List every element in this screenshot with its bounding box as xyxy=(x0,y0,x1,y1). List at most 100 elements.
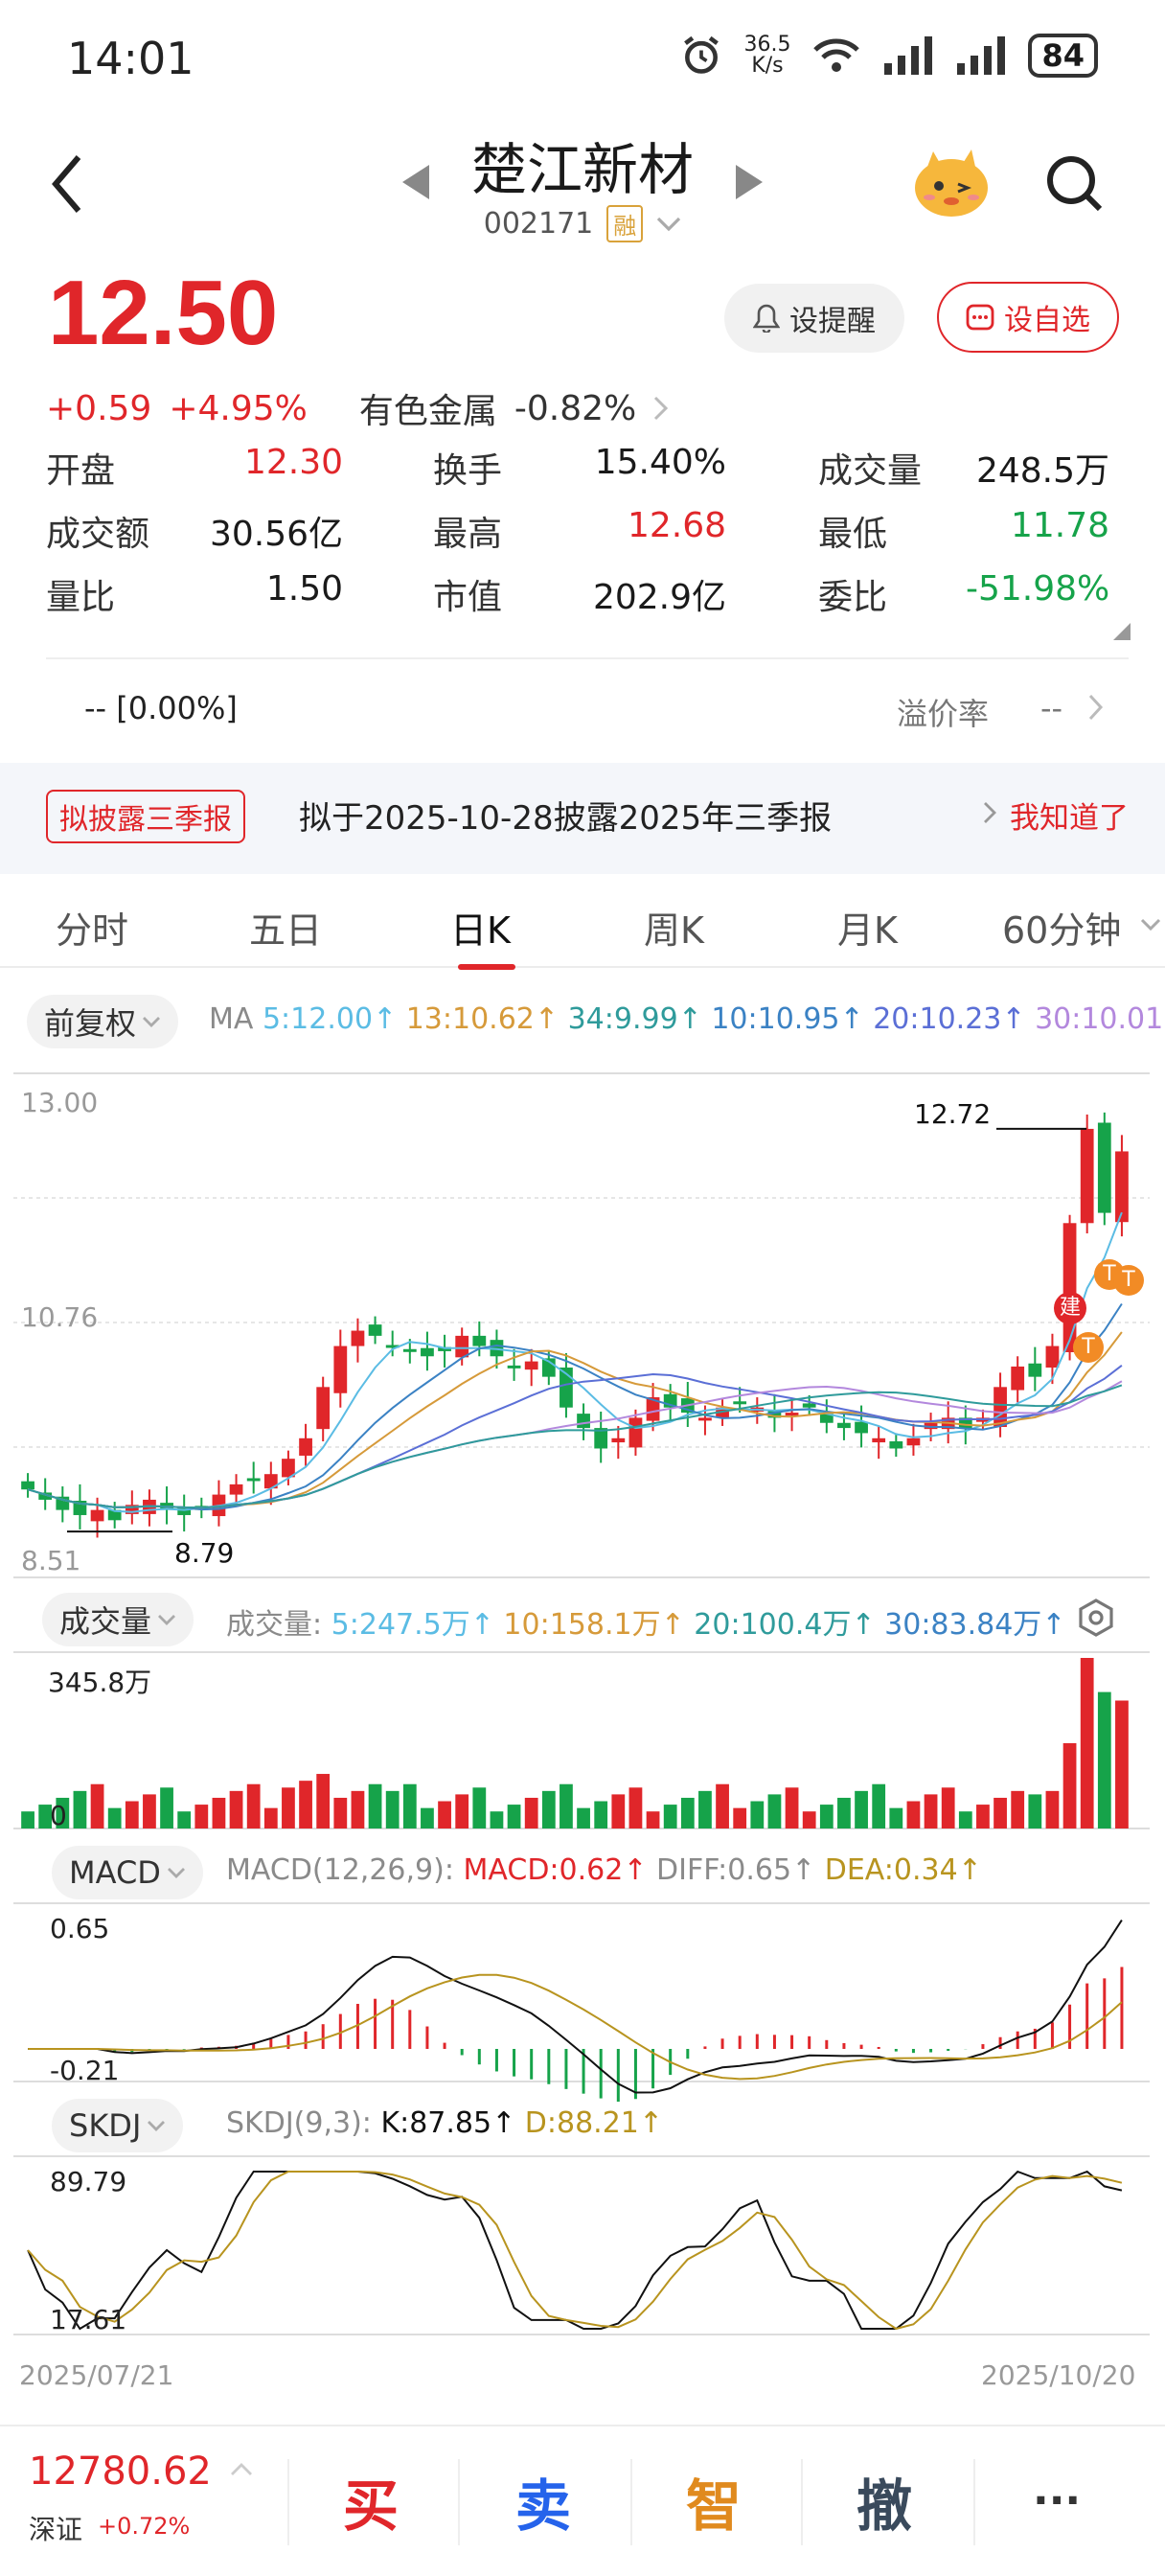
candle-body xyxy=(282,1459,295,1478)
tab-monthly-k[interactable]: 月K xyxy=(837,901,898,954)
volume-bar xyxy=(837,1797,851,1828)
ma13-value: 13:10.62↑ xyxy=(405,1002,560,1036)
candle-body xyxy=(941,1417,955,1430)
candle-body xyxy=(125,1505,139,1514)
volume-bar xyxy=(1115,1700,1129,1828)
volume-bar xyxy=(177,1811,192,1828)
macd-params: MACD(12,26,9): xyxy=(226,1853,454,1887)
sector-change[interactable]: -0.82% xyxy=(514,389,636,428)
chevron-right-icon[interactable] xyxy=(653,396,669,421)
tab-intraday[interactable]: 分时 xyxy=(56,901,128,954)
candle-body xyxy=(299,1438,312,1456)
price-change-pct: +4.95% xyxy=(169,388,308,428)
volume-bar xyxy=(663,1805,677,1828)
volume-bar xyxy=(855,1790,868,1828)
volume-bar xyxy=(333,1797,348,1828)
chevron-down-icon xyxy=(158,1615,176,1625)
build-position-marker[interactable]: 建 xyxy=(1054,1292,1086,1324)
volume-bar xyxy=(541,1790,556,1828)
t-marker[interactable]: T xyxy=(1073,1332,1104,1363)
candle-body xyxy=(628,1417,643,1448)
candle-body xyxy=(194,1506,209,1510)
volume-bar xyxy=(698,1790,712,1828)
macd-selector[interactable]: MACD xyxy=(52,1846,203,1899)
volume-bar xyxy=(299,1781,312,1828)
macd-values: MACD(12,26,9): MACD:0.62↑ DIFF:0.65↑ DEA… xyxy=(226,1853,982,1887)
settings-hexagon-icon[interactable] xyxy=(1077,1598,1115,1641)
tab-five-day[interactable]: 五日 xyxy=(249,901,322,954)
more-button[interactable]: ··· xyxy=(1033,2476,1081,2525)
expand-corner-icon[interactable] xyxy=(1113,623,1131,640)
volume-bar xyxy=(263,1807,278,1828)
notice-tag: 拟披露三季报 xyxy=(46,790,245,843)
buy-button[interactable]: 买 xyxy=(343,2461,399,2542)
volume-selector[interactable]: 成交量 xyxy=(42,1593,194,1646)
macd-axis-top: 0.65 xyxy=(50,1913,110,1944)
candle-body xyxy=(680,1398,695,1414)
notice-ack-button[interactable]: 我知道了 xyxy=(1010,794,1129,837)
mascot-icon[interactable] xyxy=(908,144,994,220)
quote-value: 15.40% xyxy=(594,443,726,482)
add-watchlist-button[interactable]: 设自选 xyxy=(937,282,1119,353)
candle-body xyxy=(750,1407,765,1412)
volume-bar xyxy=(785,1787,799,1828)
chevron-right-icon[interactable] xyxy=(1088,694,1104,721)
skdj-selector[interactable]: SKDJ xyxy=(52,2099,184,2152)
set-alert-button[interactable]: 设提醒 xyxy=(724,284,904,353)
adjust-selector[interactable]: 前复权 xyxy=(27,995,179,1048)
tab-daily-k[interactable]: 日K xyxy=(450,901,511,954)
t-marker[interactable]: T xyxy=(1113,1265,1144,1296)
chevron-right-icon xyxy=(984,802,996,823)
premium-value: -- xyxy=(1040,690,1063,726)
last-price: 12.50 xyxy=(48,262,279,364)
watchlist-icon xyxy=(966,304,994,331)
macd-chip-label: MACD xyxy=(69,1854,161,1891)
quote-value: -51.98% xyxy=(966,569,1110,609)
volume-bar xyxy=(1011,1790,1025,1828)
vol10-value: 10:158.1万↑ xyxy=(503,1608,685,1642)
quote-value: 202.9亿 xyxy=(592,578,726,617)
volume-bar xyxy=(1097,1691,1111,1828)
skdj-axis-bottom: 17.61 xyxy=(50,2304,127,2335)
add-watchlist-label: 设自选 xyxy=(1004,304,1090,337)
next-stock-icon[interactable] xyxy=(734,165,763,199)
skdj-params: SKDJ(9,3): xyxy=(226,2106,372,2140)
volume-bar xyxy=(906,1801,921,1828)
candle-body xyxy=(263,1474,278,1489)
index-value[interactable]: 12780.62 xyxy=(29,2450,212,2494)
ma-line xyxy=(27,1384,1123,1509)
search-icon[interactable] xyxy=(1044,153,1106,215)
chevron-down-icon xyxy=(148,2121,166,2131)
set-alert-label: 设提醒 xyxy=(789,305,876,338)
divider xyxy=(458,2459,460,2545)
volume-bar xyxy=(872,1783,886,1828)
sector-name[interactable]: 有色金属 xyxy=(359,383,497,433)
volume-bar xyxy=(282,1787,295,1828)
volume-bar xyxy=(560,1783,573,1828)
candle-body xyxy=(160,1503,173,1510)
quote-value: 1.50 xyxy=(265,569,343,609)
tab-60min[interactable]: 60分钟 xyxy=(1002,901,1121,954)
price-axis-bottom: 8.51 xyxy=(21,1545,81,1576)
volume-bar xyxy=(351,1790,365,1828)
candle-body xyxy=(402,1348,417,1352)
volume-bar xyxy=(889,1807,903,1828)
volume-bar xyxy=(143,1794,156,1828)
cancel-order-button[interactable]: 撤 xyxy=(857,2461,912,2542)
volume-bar xyxy=(212,1797,226,1828)
macd-value: MACD:0.62↑ xyxy=(463,1853,648,1887)
sell-button[interactable]: 卖 xyxy=(515,2461,571,2542)
smart-button[interactable]: 智 xyxy=(686,2461,742,2542)
candle-body xyxy=(177,1506,192,1515)
bottom-bar xyxy=(0,2425,1165,2576)
skdj-d-value: D:88.21↑ xyxy=(524,2106,664,2140)
candle-body xyxy=(438,1346,451,1351)
tab-weekly-k[interactable]: 周K xyxy=(644,901,704,954)
candle-body xyxy=(698,1417,712,1421)
chevron-down-icon xyxy=(657,217,681,231)
volume-bar xyxy=(472,1787,487,1828)
quote-label: 成交量 xyxy=(818,451,923,491)
chevron-down-icon[interactable] xyxy=(1140,918,1161,932)
candle-body xyxy=(802,1403,816,1408)
volume-bar xyxy=(819,1805,834,1828)
